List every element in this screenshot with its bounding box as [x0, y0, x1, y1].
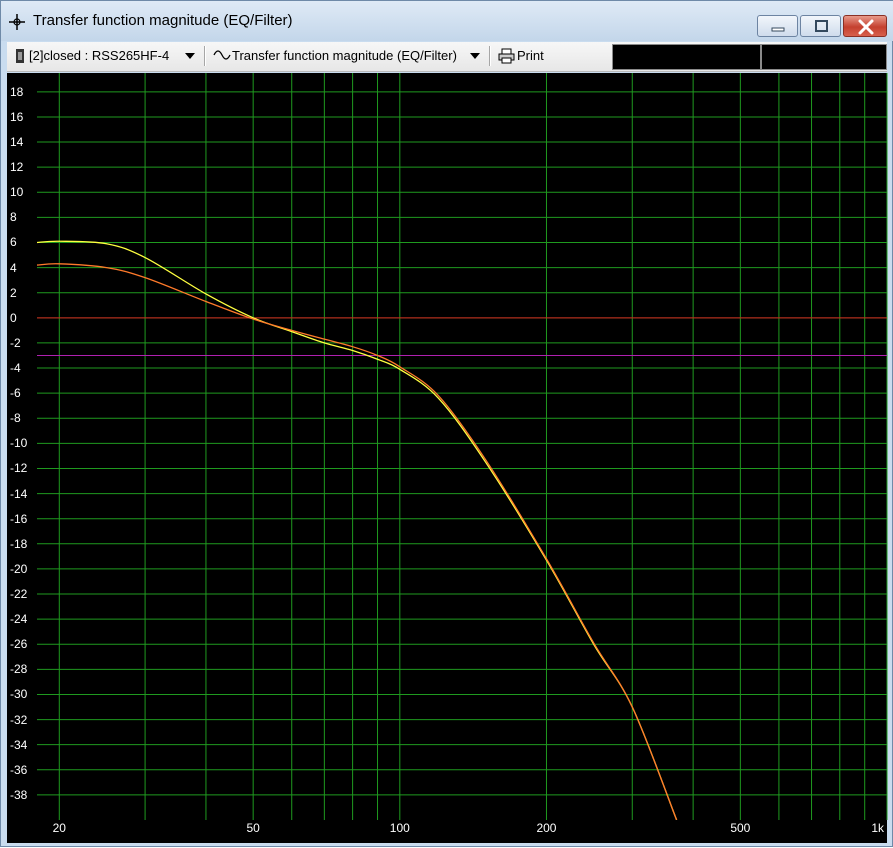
y-tick-label: -20 [10, 561, 28, 576]
y-tick-label: 8 [10, 210, 17, 225]
y-tick-label: -28 [10, 662, 28, 677]
x-tick-label: 1k [871, 821, 884, 835]
y-tick-label: -14 [10, 486, 28, 501]
y-tick-label: -4 [10, 361, 21, 376]
y-tick-label: 18 [10, 84, 24, 99]
y-tick-label: -6 [10, 386, 21, 401]
y-tick-label: -12 [10, 461, 28, 476]
y-tick-label: 0 [10, 310, 17, 325]
frequency-response-chart [37, 73, 888, 820]
x-tick-label: 50 [246, 821, 260, 835]
y-tick-label: -34 [10, 737, 28, 752]
x-tick-label: 500 [730, 821, 751, 835]
y-tick-label: 16 [10, 109, 24, 124]
y-tick-label: -8 [10, 411, 21, 426]
y-tick-label: -24 [10, 612, 28, 627]
series-line-1 [37, 240, 678, 820]
y-tick-label: -26 [10, 637, 28, 652]
y-tick-label: 10 [10, 185, 24, 200]
y-tick-label: -38 [10, 787, 28, 802]
y-tick-label: 2 [10, 285, 17, 300]
y-tick-label: -32 [10, 712, 28, 727]
series-line-2 [37, 263, 678, 820]
eq-filter-window: Transfer function magnitude (EQ/Filter) … [0, 0, 893, 847]
y-tick-label: -10 [10, 436, 28, 451]
y-tick-label: -22 [10, 587, 28, 602]
y-tick-label: -36 [10, 762, 28, 777]
y-tick-label: 12 [10, 160, 24, 175]
y-tick-label: -16 [10, 511, 28, 526]
y-tick-label: 14 [10, 135, 24, 150]
x-tick-label: 100 [389, 821, 410, 835]
x-tick-label: 200 [536, 821, 557, 835]
y-tick-label: 6 [10, 235, 17, 250]
y-tick-label: -2 [10, 335, 21, 350]
y-tick-label: 4 [10, 260, 17, 275]
y-tick-label: -18 [10, 536, 28, 551]
x-tick-label: 20 [52, 821, 66, 835]
y-tick-label: -30 [10, 687, 28, 702]
